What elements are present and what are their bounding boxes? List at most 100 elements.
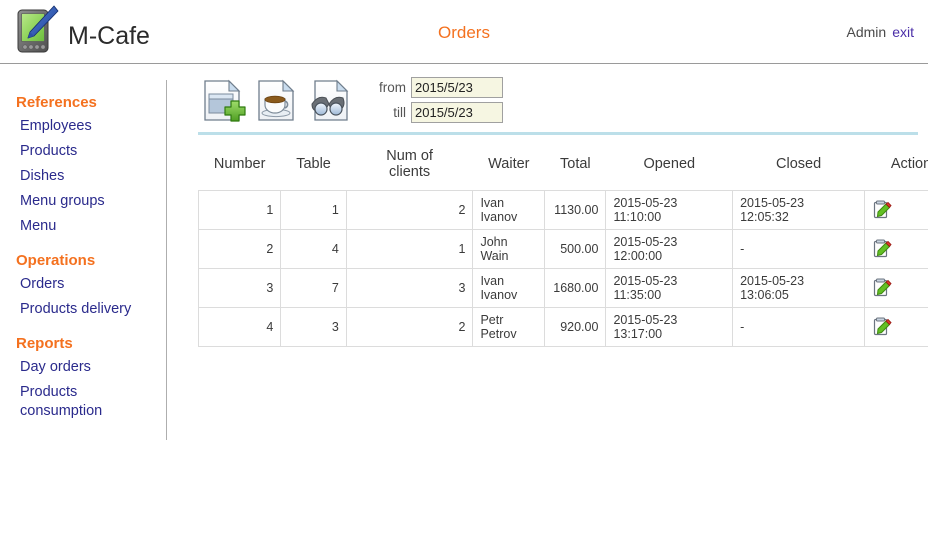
cell-waiter: Ivan Ivanov (473, 191, 545, 230)
exit-link[interactable]: exit (892, 24, 914, 40)
cell-action (865, 269, 928, 308)
cell-closed-time: 13:06:05 (740, 288, 789, 302)
cell-action (865, 308, 928, 347)
dishes-button[interactable] (250, 74, 302, 126)
column-header-clients[interactable]: Num of clients (346, 142, 473, 191)
date-from-label: from (368, 80, 406, 95)
cell-clients: 1 (346, 230, 473, 269)
date-filters: from till (368, 74, 503, 127)
sidebar-item-products[interactable]: Products (0, 139, 140, 164)
page-title: Orders (0, 23, 928, 43)
table-row[interactable]: 1 1 2 Ivan Ivanov 1130.00 2015-05-23 11:… (199, 191, 928, 230)
cell-table: 3 (281, 308, 346, 347)
column-header-number[interactable]: Number (199, 142, 281, 191)
toolbar: from till (196, 64, 928, 126)
cell-clients: 3 (346, 269, 473, 308)
cell-closed: - (733, 308, 865, 347)
cell-opened-time: 13:17:00 (613, 327, 662, 341)
table-row[interactable]: 2 4 1 John Wain 500.00 2015-05-23 12:00:… (199, 230, 928, 269)
cell-number: 4 (199, 308, 281, 347)
date-till-row: till (368, 102, 503, 123)
cell-opened: 2015-05-23 12:00:00 (606, 230, 733, 269)
column-header-clients-line1: Num of (386, 148, 433, 164)
cell-opened: 2015-05-23 13:17:00 (606, 308, 733, 347)
date-from-input[interactable] (411, 77, 503, 98)
sidebar-item-products-delivery[interactable]: Products delivery (0, 297, 140, 322)
cell-action (865, 230, 928, 269)
date-till-label: till (368, 105, 406, 120)
cell-clients: 2 (346, 191, 473, 230)
sidebar-item-menu-groups[interactable]: Menu groups (0, 189, 140, 214)
column-header-closed[interactable]: Closed (733, 142, 865, 191)
orders-table-header-row: Number Table Num of clients Waiter Total… (199, 142, 928, 191)
cell-table: 4 (281, 230, 346, 269)
column-header-action: Action (865, 142, 928, 191)
cell-number: 3 (199, 269, 281, 308)
edit-order-button[interactable] (872, 317, 892, 337)
edit-order-button[interactable] (872, 200, 892, 220)
cell-closed: 2015-05-23 13:06:05 (733, 269, 865, 308)
cell-opened: 2015-05-23 11:10:00 (606, 191, 733, 230)
sidebar-section-reports: Reports (0, 335, 166, 355)
column-header-total[interactable]: Total (545, 142, 606, 191)
section-divider (198, 132, 918, 135)
cell-closed-time: 12:05:32 (740, 210, 789, 224)
cell-opened-date: 2015-05-23 (613, 274, 677, 288)
cell-total: 1680.00 (545, 269, 606, 308)
cell-total: 1130.00 (545, 191, 606, 230)
cell-waiter: Petr Petrov (473, 308, 545, 347)
table-row[interactable]: 3 7 3 Ivan Ivanov 1680.00 2015-05-23 11:… (199, 269, 928, 308)
new-document-add-icon (196, 114, 248, 129)
cell-waiter: Ivan Ivanov (473, 269, 545, 308)
column-header-table[interactable]: Table (281, 142, 346, 191)
cell-closed: - (733, 230, 865, 269)
cell-closed-date: - (740, 320, 744, 334)
cell-closed-date: 2015-05-23 (740, 274, 804, 288)
view-button[interactable] (304, 74, 356, 126)
cell-opened-date: 2015-05-23 (613, 235, 677, 249)
edit-order-button[interactable] (872, 239, 892, 259)
new-order-button[interactable] (196, 74, 248, 126)
sidebar: References Employees Products Dishes Men… (0, 64, 166, 424)
cell-number: 2 (199, 230, 281, 269)
cell-total: 500.00 (545, 230, 606, 269)
column-header-opened[interactable]: Opened (606, 142, 733, 191)
orders-table: Number Table Num of clients Waiter Total… (198, 142, 928, 347)
main-content: from till Number Table (196, 64, 928, 347)
edit-note-pencil-icon (872, 325, 892, 340)
edit-note-pencil-icon (872, 286, 892, 301)
cell-table: 1 (281, 191, 346, 230)
sidebar-item-employees[interactable]: Employees (0, 114, 140, 139)
sidebar-section-operations: Operations (0, 252, 166, 272)
sidebar-section-references: References (0, 94, 166, 114)
cell-closed-date: 2015-05-23 (740, 196, 804, 210)
cell-number: 1 (199, 191, 281, 230)
document-binoculars-icon (304, 114, 356, 129)
cell-opened: 2015-05-23 11:35:00 (606, 269, 733, 308)
cell-opened-date: 2015-05-23 (613, 313, 677, 327)
sidebar-divider (166, 80, 167, 440)
cell-opened-time: 12:00:00 (613, 249, 662, 263)
column-header-waiter[interactable]: Waiter (473, 142, 545, 191)
page-header: M-Cafe Orders Adminexit (0, 0, 928, 64)
column-header-clients-line2: clients (389, 164, 430, 180)
cell-closed-date: - (740, 242, 744, 256)
cell-action (865, 191, 928, 230)
cell-opened-time: 11:10:00 (613, 210, 661, 224)
sidebar-item-dishes[interactable]: Dishes (0, 164, 140, 189)
cell-opened-date: 2015-05-23 (613, 196, 677, 210)
date-till-input[interactable] (411, 102, 503, 123)
cell-waiter: John Wain (473, 230, 545, 269)
cell-table: 7 (281, 269, 346, 308)
sidebar-item-products-consumption[interactable]: Products consumption (0, 380, 140, 424)
cell-clients: 2 (346, 308, 473, 347)
edit-note-pencil-icon (872, 208, 892, 223)
orders-table-body: 1 1 2 Ivan Ivanov 1130.00 2015-05-23 11:… (199, 191, 928, 347)
sidebar-item-menu[interactable]: Menu (0, 214, 140, 239)
cell-total: 920.00 (545, 308, 606, 347)
document-coffee-icon (250, 114, 302, 129)
edit-order-button[interactable] (872, 278, 892, 298)
sidebar-item-orders[interactable]: Orders (0, 272, 140, 297)
table-row[interactable]: 4 3 2 Petr Petrov 920.00 2015-05-23 13:1… (199, 308, 928, 347)
sidebar-item-day-orders[interactable]: Day orders (0, 355, 140, 380)
